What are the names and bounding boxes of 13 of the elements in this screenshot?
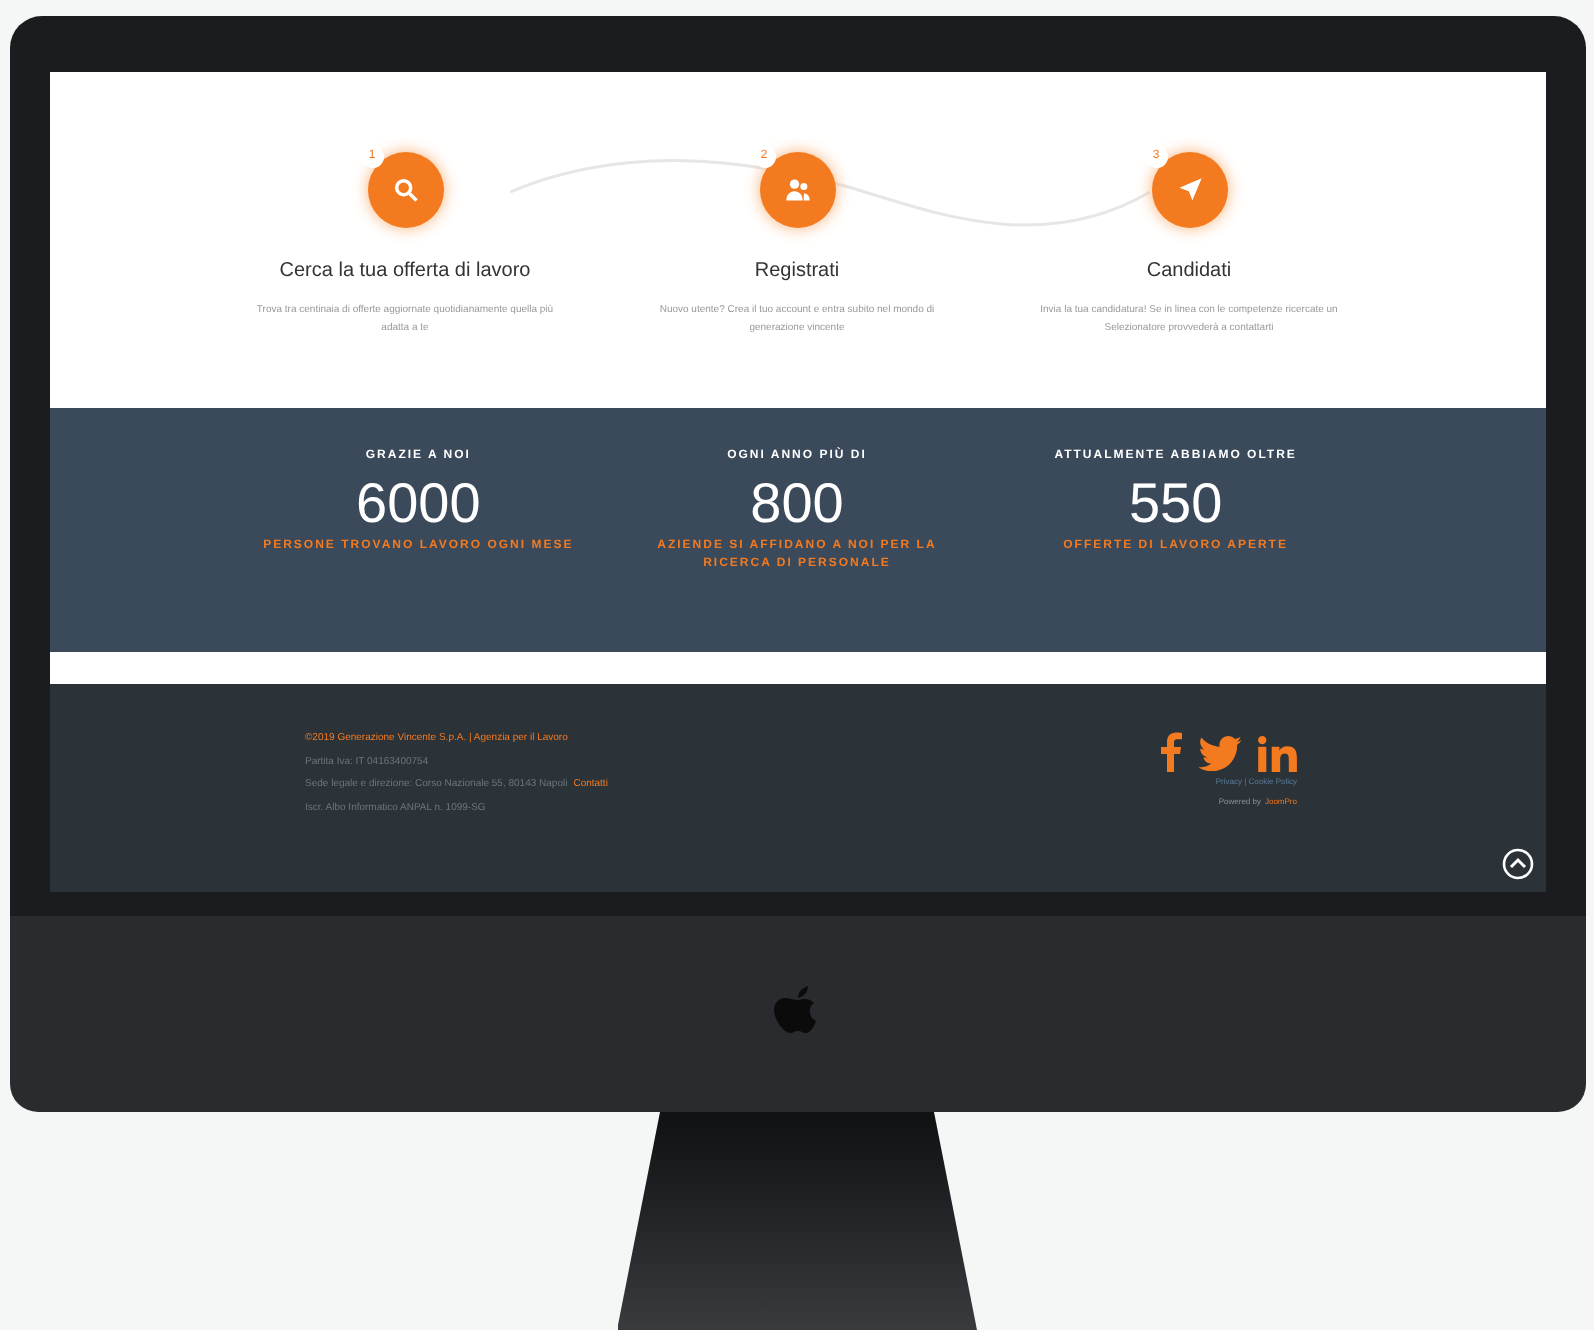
twitter-icon[interactable] bbox=[1197, 736, 1241, 772]
search-icon bbox=[391, 176, 419, 204]
step-title: Candidati bbox=[1146, 258, 1232, 286]
facebook-icon[interactable] bbox=[1157, 732, 1181, 772]
step-title: Registrati bbox=[754, 258, 840, 286]
linkedin-icon[interactable] bbox=[1257, 736, 1297, 772]
stat-number: 6000 bbox=[356, 470, 481, 538]
step-title: Cerca la tua offerta di lavoro bbox=[279, 258, 531, 286]
navigation-arrow-icon bbox=[1175, 176, 1203, 204]
stat-number: 550 bbox=[1128, 470, 1223, 538]
users-icon bbox=[783, 176, 811, 204]
scroll-up-icon[interactable] bbox=[1501, 848, 1533, 880]
stat-number: 800 bbox=[750, 470, 844, 538]
